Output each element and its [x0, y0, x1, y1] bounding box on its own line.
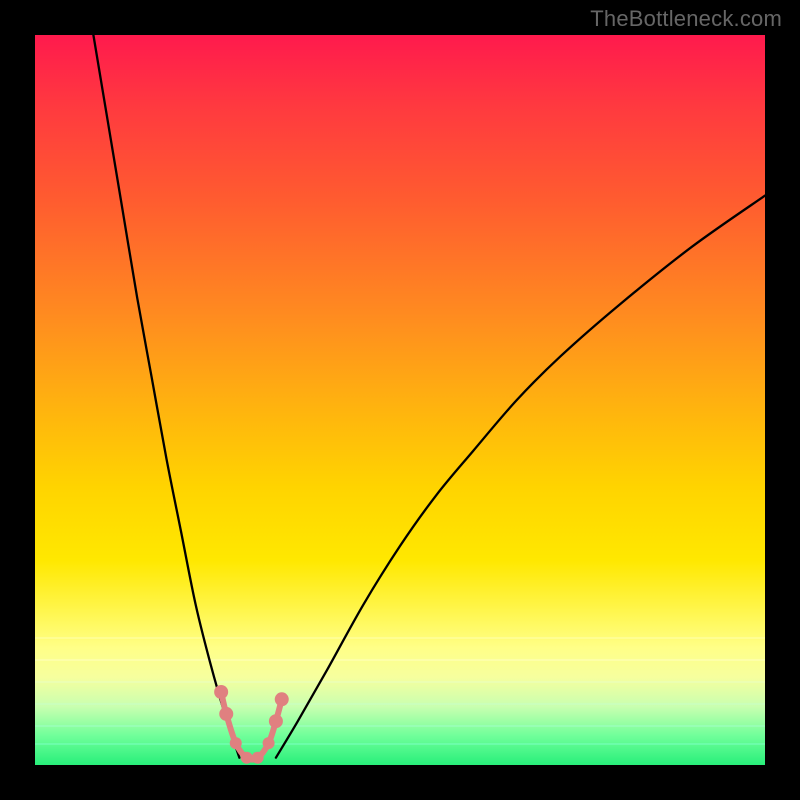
- highlight-dot: [214, 685, 228, 699]
- highlight-dot: [241, 752, 253, 764]
- highlight-dot: [275, 692, 289, 706]
- highlight-dots: [214, 685, 289, 764]
- curve-right-branch: [276, 196, 765, 758]
- highlight-dot: [219, 707, 233, 721]
- highlight-dot: [230, 737, 242, 749]
- highlight-dot: [252, 752, 264, 764]
- highlight-dot: [263, 737, 275, 749]
- chart-svg: [35, 35, 765, 765]
- highlight-dot: [269, 714, 283, 728]
- curve-left-branch: [93, 35, 239, 758]
- chart-frame: TheBottleneck.com: [0, 0, 800, 800]
- plot-area: [35, 35, 765, 765]
- watermark-text: TheBottleneck.com: [590, 6, 782, 32]
